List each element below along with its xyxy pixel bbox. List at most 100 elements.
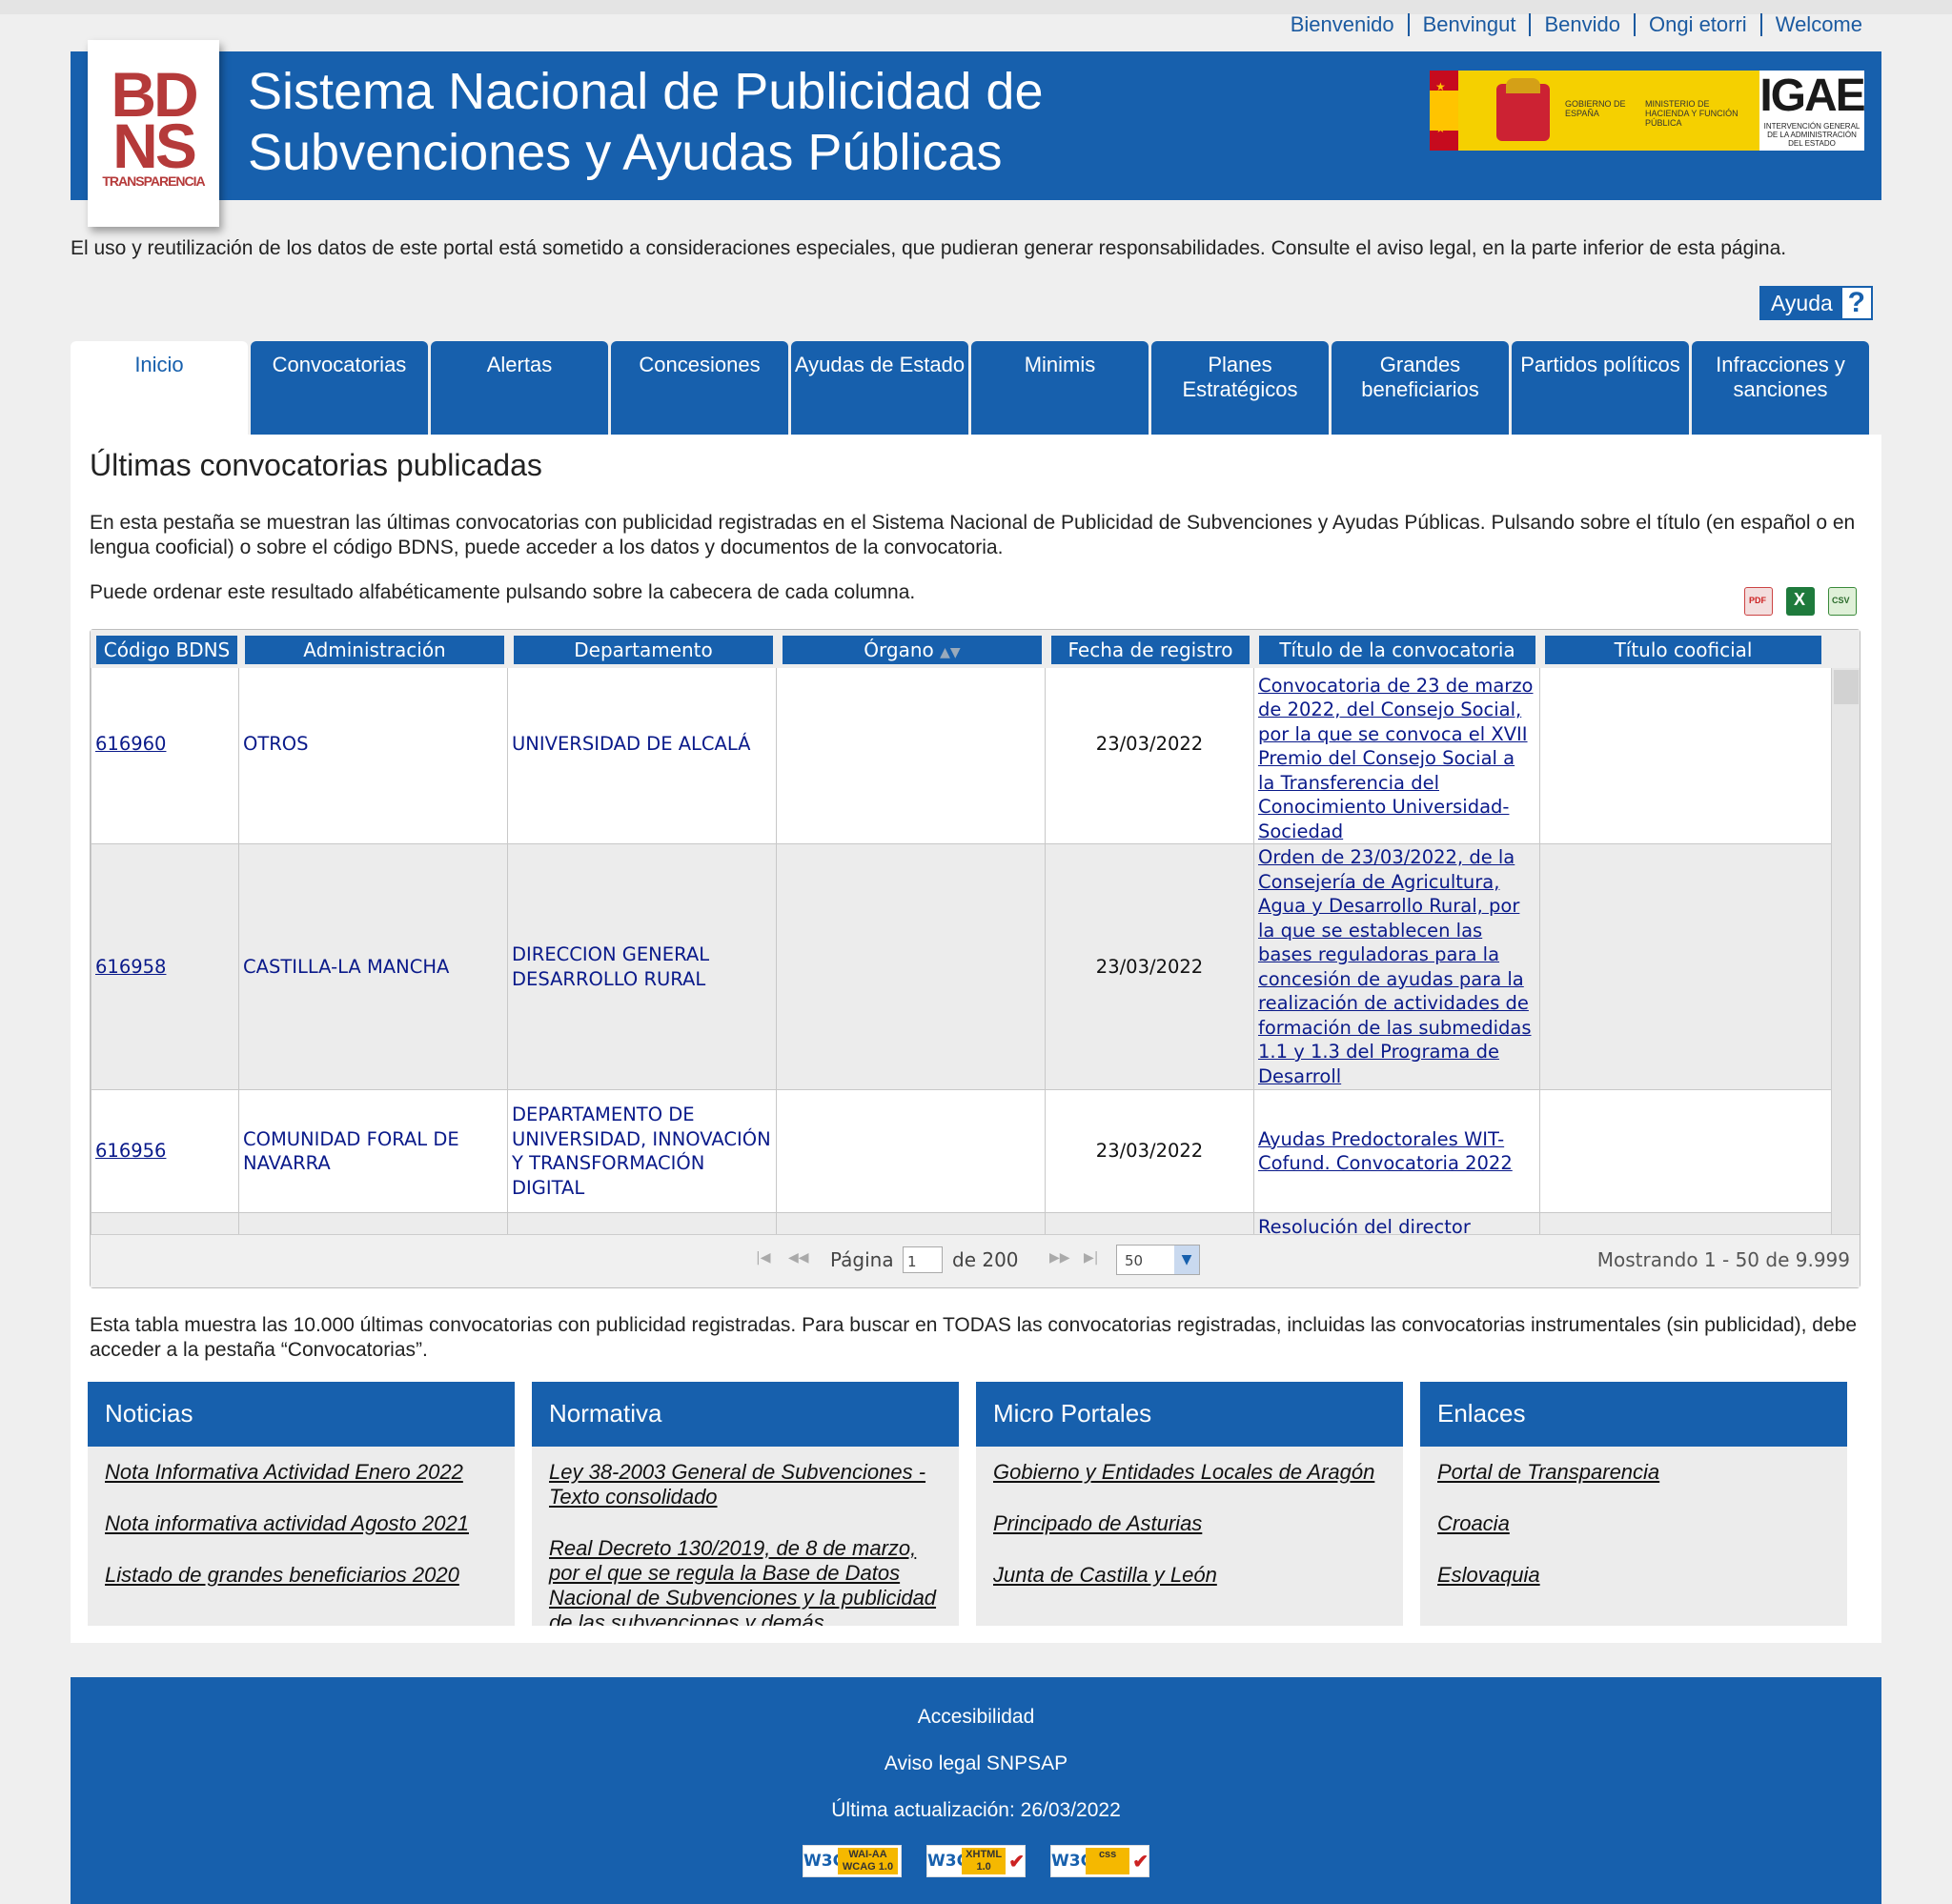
admin-cell: CASTILLA-LA MANCHA bbox=[238, 843, 508, 1090]
checkmark-icon: ✔ bbox=[1008, 1851, 1025, 1873]
col-header-cooficial[interactable]: Título cooficial bbox=[1545, 636, 1821, 664]
prev-page-icon[interactable]: ◀◀ bbox=[788, 1250, 809, 1266]
w3c-label: W3C bbox=[803, 1852, 845, 1871]
tab-convocatorias[interactable]: Convocatorias bbox=[251, 341, 428, 435]
language-bar: Bienvenido Benvingut Benvido Ongi etorri… bbox=[1277, 13, 1876, 36]
grid-body[interactable]: 616960 OTROS UNIVERSIDAD DE ALCALÁ 23/03… bbox=[91, 668, 1831, 1234]
col-header-organo[interactable]: Órgano ▲▼ bbox=[783, 636, 1042, 664]
bdns-logo[interactable]: BD NS TRANSPARENCIA bbox=[88, 40, 219, 227]
last-page-icon[interactable]: ▶| bbox=[1084, 1250, 1098, 1266]
admin-cell bbox=[238, 1212, 508, 1234]
w3c-badges: W3C WAI-AA WCAG 1.0 W3C XHTML 1.0 ✔ W3C css ✔ bbox=[71, 1845, 1881, 1877]
tab-alertas[interactable]: Alertas bbox=[431, 341, 608, 435]
box-title: Normativa bbox=[532, 1382, 959, 1447]
tab-ayudas-de-estado[interactable]: Ayudas de Estado bbox=[791, 341, 968, 435]
depto-cell: DEPARTAMENTO DE UNIVERSIDAD, INNOVACIÓN … bbox=[507, 1089, 777, 1213]
scrollbar-thumb[interactable] bbox=[1834, 670, 1859, 704]
sort-icon: ▲▼ bbox=[940, 645, 961, 660]
tab-concesiones[interactable]: Concesiones bbox=[611, 341, 788, 435]
w3c-label: W3C bbox=[1051, 1852, 1093, 1871]
sort-note: Puede ordenar este resultado alfabéticam… bbox=[90, 581, 916, 603]
titulo-link[interactable]: Resolución del director bbox=[1258, 1216, 1471, 1234]
checkmark-icon: ✔ bbox=[1132, 1851, 1149, 1873]
table-row[interactable]: Resolución del director bbox=[91, 1212, 1831, 1234]
depto-cell: DIRECCION GENERAL DESARROLLO RURAL bbox=[507, 843, 777, 1090]
lang-eu-link[interactable]: Ongi etorri bbox=[1633, 13, 1760, 36]
convocatorias-grid: Código BDNS Administración Departamento … bbox=[90, 629, 1860, 1288]
codigo-cell[interactable]: 616956 bbox=[91, 1089, 239, 1213]
codigo-link[interactable]: 616956 bbox=[95, 1140, 166, 1162]
box-link[interactable]: Gobierno y Entidades Locales de Aragón bbox=[993, 1460, 1388, 1485]
tab-inicio[interactable]: Inicio bbox=[71, 341, 248, 435]
badge-tag: WAI-AA WCAG 1.0 bbox=[838, 1848, 898, 1874]
titulo-cell[interactable]: Orden de 23/03/2022, de la Consejería de… bbox=[1253, 843, 1540, 1090]
site-title-line-1: Sistema Nacional de Publicidad de bbox=[248, 63, 1044, 120]
page-number-input[interactable]: 1 bbox=[903, 1246, 943, 1273]
question-icon: ? bbox=[1841, 288, 1871, 318]
codigo-cell[interactable]: 616960 bbox=[91, 668, 239, 844]
tab-infracciones-sanciones[interactable]: Infracciones y sanciones bbox=[1692, 341, 1869, 435]
titulo-cell[interactable]: Convocatoria de 23 de marzo de 2022, del… bbox=[1253, 668, 1540, 844]
organo-cell bbox=[776, 843, 1046, 1090]
lang-es-link[interactable]: Bienvenido bbox=[1277, 13, 1408, 36]
codigo-cell[interactable] bbox=[91, 1212, 239, 1234]
css-badge-icon[interactable]: W3C css ✔ bbox=[1050, 1845, 1149, 1877]
box-link[interactable]: Principado de Asturias bbox=[993, 1511, 1388, 1536]
xhtml-badge-icon[interactable]: W3C XHTML 1.0 ✔ bbox=[926, 1845, 1026, 1877]
wcag-badge-icon[interactable]: W3C WAI-AA WCAG 1.0 bbox=[803, 1845, 902, 1877]
table-row[interactable]: 616960 OTROS UNIVERSIDAD DE ALCALÁ 23/03… bbox=[91, 668, 1831, 844]
depto-cell bbox=[507, 1212, 777, 1234]
titulo-link[interactable]: Ayudas Predoctorales WIT-Cofund. Convoca… bbox=[1258, 1128, 1513, 1175]
lang-ca-link[interactable]: Benvingut bbox=[1407, 13, 1530, 36]
w3c-label: W3C bbox=[927, 1852, 969, 1871]
logo-line-2: NS bbox=[112, 111, 197, 181]
first-page-icon[interactable]: |◀ bbox=[756, 1250, 770, 1266]
col-header-fecha[interactable]: Fecha de registro bbox=[1051, 636, 1250, 664]
pdf-export-icon[interactable] bbox=[1744, 587, 1773, 616]
box-link[interactable]: Listado de grandes beneficiarios 2020 bbox=[105, 1563, 499, 1588]
box-link[interactable]: Nota Informativa Actividad Enero 2022 bbox=[105, 1460, 499, 1485]
box-link[interactable]: Ley 38-2003 General de Subvenciones - Te… bbox=[549, 1460, 944, 1509]
ministry-banner: GOBIERNO DE ESPAÑA MINISTERIO DE HACIEND… bbox=[1458, 71, 1759, 151]
box-link[interactable]: Junta de Castilla y León bbox=[993, 1563, 1388, 1588]
legal-notice: El uso y reutilización de los datos de e… bbox=[71, 237, 1787, 259]
grid-table: 616960 OTROS UNIVERSIDAD DE ALCALÁ 23/03… bbox=[91, 668, 1831, 1234]
tab-planes-estrategicos[interactable]: Planes Estratégicos bbox=[1151, 341, 1329, 435]
box-link[interactable]: Real Decreto 130/2019, de 8 de marzo, po… bbox=[549, 1536, 944, 1626]
next-page-icon[interactable]: ▶▶ bbox=[1049, 1250, 1070, 1266]
col-header-departamento[interactable]: Departamento bbox=[514, 636, 773, 664]
titulo-cell[interactable]: Resolución del director bbox=[1253, 1212, 1540, 1234]
box-micro-portales: Micro Portales Gobierno y Entidades Loca… bbox=[976, 1382, 1403, 1626]
tab-minimis[interactable]: Minimis bbox=[971, 341, 1149, 435]
tab-grandes-beneficiarios[interactable]: Grandes beneficiarios bbox=[1332, 341, 1509, 435]
organo-cell bbox=[776, 1212, 1046, 1234]
rows-per-page-select[interactable]: 50 ▼ bbox=[1116, 1245, 1200, 1275]
ministry-text: MINISTERIO DE HACIENDA Y FUNCIÓN PÚBLICA bbox=[1645, 99, 1738, 128]
box-link[interactable]: Portal de Transparencia bbox=[1437, 1460, 1832, 1485]
codigo-link[interactable]: 616960 bbox=[95, 733, 166, 755]
accesibilidad-link[interactable]: Accesibilidad bbox=[71, 1706, 1881, 1729]
excel-export-icon[interactable] bbox=[1786, 587, 1815, 616]
table-row[interactable]: 616958 CASTILLA-LA MANCHA DIRECCION GENE… bbox=[91, 843, 1831, 1090]
codigo-cell[interactable]: 616958 bbox=[91, 843, 239, 1090]
lang-en-link[interactable]: Welcome bbox=[1759, 13, 1876, 36]
titulo-link[interactable]: Orden de 23/03/2022, de la Consejería de… bbox=[1258, 846, 1532, 1087]
box-link[interactable]: Eslovaquia bbox=[1437, 1563, 1832, 1588]
csv-export-icon[interactable] bbox=[1828, 587, 1857, 616]
col-header-administracion[interactable]: Administración bbox=[245, 636, 504, 664]
help-button[interactable]: Ayuda ? bbox=[1759, 286, 1873, 320]
col-header-titulo[interactable]: Título de la convocatoria bbox=[1259, 636, 1535, 664]
box-link[interactable]: Croacia bbox=[1437, 1511, 1832, 1536]
page-title: Últimas convocatorias publicadas bbox=[90, 448, 542, 482]
tab-partidos-politicos[interactable]: Partidos políticos bbox=[1512, 341, 1689, 435]
col-header-codigo[interactable]: Código BDNS bbox=[96, 636, 237, 664]
site-title: Sistema Nacional de Publicidad de Subven… bbox=[248, 61, 1044, 183]
titulo-cell[interactable]: Ayudas Predoctorales WIT-Cofund. Convoca… bbox=[1253, 1089, 1540, 1213]
titulo-link[interactable]: Convocatoria de 23 de marzo de 2022, del… bbox=[1258, 675, 1534, 842]
aviso-legal-link[interactable]: Aviso legal SNPSAP bbox=[71, 1752, 1881, 1775]
lang-gl-link[interactable]: Benvido bbox=[1529, 13, 1634, 36]
table-row[interactable]: 616956 COMUNIDAD FORAL DE NAVARRA DEPART… bbox=[91, 1089, 1831, 1213]
grid-scrollbar[interactable] bbox=[1831, 668, 1860, 1234]
codigo-link[interactable]: 616958 bbox=[95, 956, 166, 978]
box-link[interactable]: Nota informativa actividad Agosto 2021 bbox=[105, 1511, 499, 1536]
